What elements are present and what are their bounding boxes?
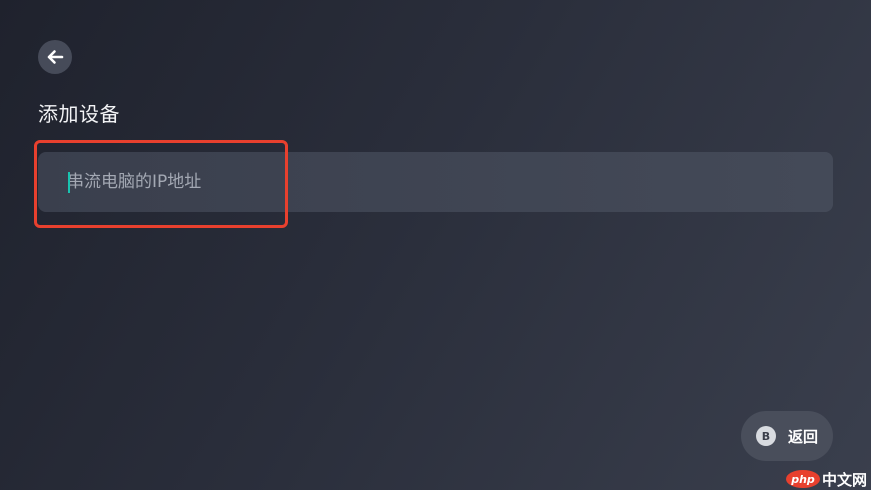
return-label: 返回: [788, 427, 819, 446]
ip-address-placeholder: 串流电脑的IP地址: [67, 172, 202, 192]
b-key-icon: B: [756, 426, 776, 446]
back-button[interactable]: [38, 40, 72, 74]
arrow-left-icon: [47, 50, 64, 64]
page-title: 添加设备: [38, 102, 120, 126]
return-button[interactable]: B 返回: [741, 411, 833, 461]
text-caret: [68, 172, 70, 193]
watermark-text: 中文网: [822, 470, 868, 489]
php-logo: php: [786, 470, 820, 488]
ip-address-input[interactable]: 串流电脑的IP地址: [38, 152, 833, 212]
watermark: php 中文网: [786, 469, 867, 489]
